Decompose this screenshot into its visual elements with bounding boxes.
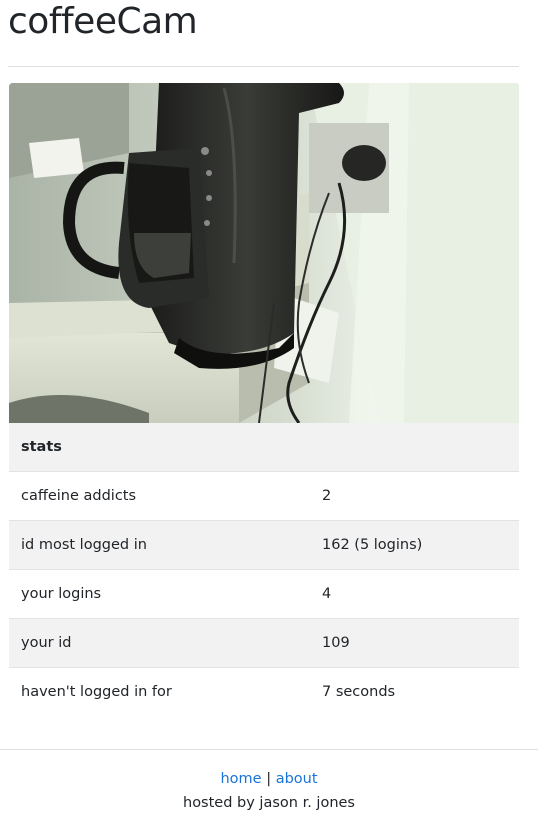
- home-link[interactable]: home: [220, 771, 261, 787]
- table-row: your logins 4: [9, 569, 519, 619]
- table-row: caffeine addicts 2: [9, 471, 519, 521]
- table-row: your id 109: [9, 618, 519, 668]
- page-title: coffeeCam: [8, 1, 198, 42]
- stat-label: your logins: [9, 569, 310, 619]
- stat-value: 109: [310, 618, 519, 668]
- stat-value: 2: [310, 471, 519, 521]
- footer-divider: [0, 749, 538, 750]
- webcam-image: [9, 83, 519, 423]
- about-link[interactable]: about: [276, 771, 318, 787]
- stat-label: id most logged in: [9, 520, 310, 570]
- stats-heading: stats: [9, 423, 519, 472]
- coffee-maker-picture: [9, 83, 519, 423]
- stat-label: your id: [9, 618, 310, 668]
- stats-table: stats caffeine addicts 2 id most logged …: [9, 423, 519, 716]
- divider: [8, 66, 519, 67]
- link-separator: |: [266, 771, 272, 787]
- hosted-by-text: hosted by jason r. jones: [183, 795, 355, 811]
- footer-links: home | about: [0, 767, 538, 791]
- stat-label: haven't logged in for: [9, 667, 310, 716]
- page: coffeeCam stats caffeine addicts 2 id mo…: [0, 0, 538, 828]
- stats-header-row: stats: [9, 423, 519, 472]
- stat-value: 7 seconds: [310, 667, 519, 716]
- stat-value: 4: [310, 569, 519, 619]
- stat-value: 162 (5 logins): [310, 520, 519, 570]
- table-row: id most logged in 162 (5 logins): [9, 520, 519, 570]
- footer: home | about hosted by jason r. jones: [0, 767, 538, 815]
- stat-label: caffeine addicts: [9, 471, 310, 521]
- table-row: haven't logged in for 7 seconds: [9, 667, 519, 716]
